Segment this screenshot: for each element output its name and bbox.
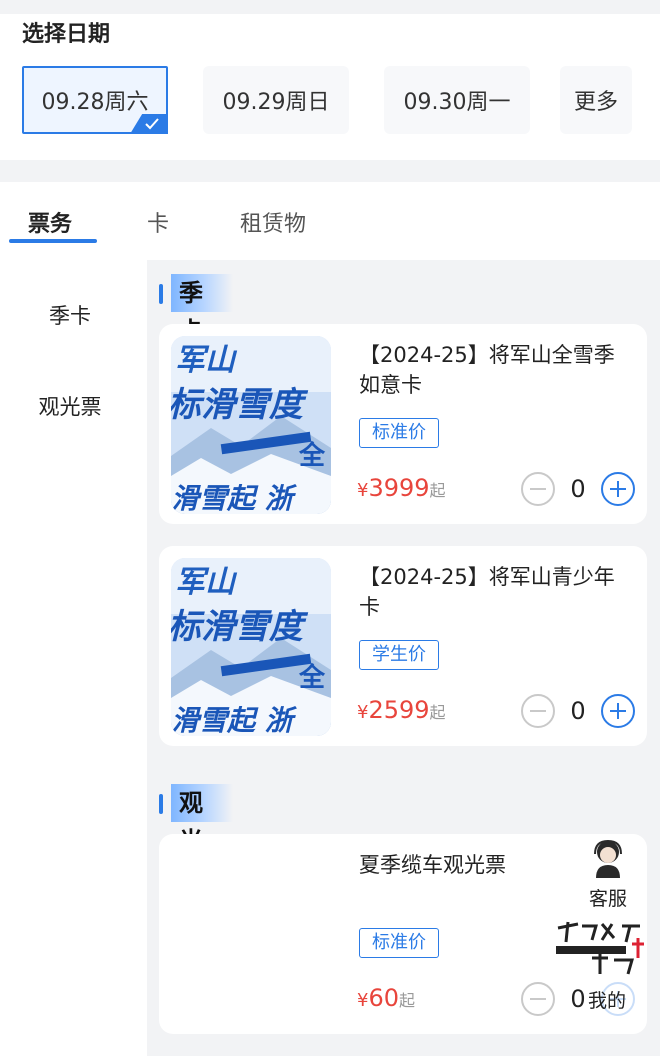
sidebar-item-sightseeing[interactable]: 观光票 <box>0 391 140 421</box>
plus-icon[interactable] <box>601 694 635 728</box>
tab-rentals[interactable]: 租赁物 <box>240 206 306 238</box>
price-value: 2599 <box>368 696 430 724</box>
sidebar-item-season-card[interactable]: 季卡 <box>0 300 140 330</box>
tab-tickets[interactable]: 票务 <box>28 206 72 238</box>
currency-symbol: ¥ <box>357 702 369 723</box>
date-label: 09.30周一 <box>403 90 511 115</box>
date-option-0928[interactable]: 09.28周六 <box>22 66 168 134</box>
minus-icon[interactable] <box>521 694 555 728</box>
price-type-tag: 标准价 <box>359 418 439 448</box>
tab-cards[interactable]: 卡 <box>147 206 169 238</box>
date-section: 选择日期 09.28周六 09.29周日 09.30周一 更多 <box>0 14 660 160</box>
price-type-tag: 学生价 <box>359 640 439 670</box>
watermark-stamp <box>556 921 644 975</box>
date-option-0930[interactable]: 09.30周一 <box>384 66 530 134</box>
svg-text:军山: 军山 <box>175 343 238 378</box>
quantity-stepper: 0 <box>521 694 637 730</box>
date-label: 09.29周日 <box>222 90 330 115</box>
svg-text:滑雪起 浙: 滑雪起 浙 <box>171 704 298 736</box>
minus-icon[interactable] <box>521 472 555 506</box>
quantity-stepper: 0 <box>521 472 637 508</box>
more-dates-button[interactable]: 更多 <box>560 66 632 134</box>
date-option-0929[interactable]: 09.29周日 <box>203 66 349 134</box>
product-name: 【2024-25】将军山青少年卡 <box>359 565 615 619</box>
plus-icon[interactable] <box>601 472 635 506</box>
product-name: 【2024-25】将军山全雪季如意卡 <box>359 343 615 397</box>
mine-button[interactable]: 我的 <box>574 986 640 1013</box>
svg-text:军山: 军山 <box>175 565 238 600</box>
date-label: 09.28周六 <box>41 90 149 115</box>
section-title: 季卡 <box>171 274 233 345</box>
product-image: 军山 标滑雪度 全 滑雪起 浙 <box>171 336 331 514</box>
svg-text:标滑雪度: 标滑雪度 <box>171 607 309 647</box>
headset-avatar-icon <box>594 839 622 878</box>
product-card[interactable]: 军山 标滑雪度 全 滑雪起 浙 【2024-25】将军山青少年卡 学生价 ¥25… <box>159 546 647 746</box>
customer-service-label: 客服 <box>588 888 627 910</box>
price-value: 60 <box>368 984 399 1012</box>
check-icon <box>130 114 168 134</box>
quantity-value: 0 <box>570 475 586 503</box>
price-type-tag: 标准价 <box>359 928 439 958</box>
category-sidebar: 季卡 观光票 <box>0 260 145 1056</box>
active-tab-indicator <box>9 239 97 243</box>
product-card[interactable]: 军山 标滑雪度 全 滑雪起 浙 【2024-25】将军山全雪季如意卡 标准价 ¥… <box>159 324 647 524</box>
svg-text:标滑雪度: 标滑雪度 <box>171 385 309 425</box>
price-value: 3999 <box>368 474 430 502</box>
price-suffix: 起 <box>429 703 446 722</box>
section-title: 观光票 <box>171 784 233 893</box>
quantity-value: 0 <box>570 697 586 725</box>
currency-symbol: ¥ <box>357 480 369 501</box>
minus-icon[interactable] <box>521 982 555 1016</box>
date-section-title: 选择日期 <box>22 22 111 47</box>
product-price: ¥3999起 <box>357 474 446 502</box>
more-label: 更多 <box>573 90 618 115</box>
price-suffix: 起 <box>399 991 416 1010</box>
svg-text:全: 全 <box>298 662 326 693</box>
product-image: 军山 标滑雪度 全 滑雪起 浙 <box>171 558 331 736</box>
product-price: ¥60起 <box>357 984 415 1012</box>
price-suffix: 起 <box>429 481 446 500</box>
svg-text:全: 全 <box>298 440 326 471</box>
section-marker <box>159 284 163 304</box>
product-price: ¥2599起 <box>357 696 446 724</box>
currency-symbol: ¥ <box>357 990 369 1011</box>
customer-service-button[interactable]: 客服 <box>578 838 638 911</box>
section-marker <box>159 794 163 814</box>
svg-text:滑雪起 浙: 滑雪起 浙 <box>171 482 298 514</box>
